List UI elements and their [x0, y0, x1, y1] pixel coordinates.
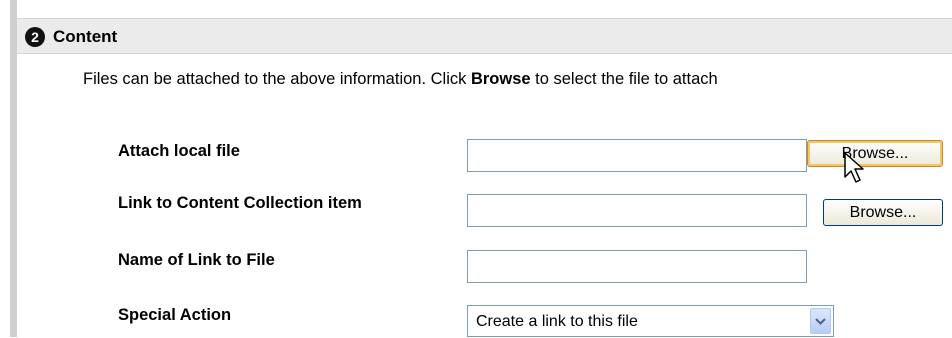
step-number-icon: 2: [25, 27, 45, 47]
attach-local-file-label: Attach local file: [118, 142, 240, 160]
special-action-label: Special Action: [118, 306, 232, 324]
link-name-input[interactable]: [467, 250, 807, 283]
instructions-after: to select the file to attach: [530, 70, 718, 88]
mouse-pointer-icon: [844, 152, 864, 183]
instructions-browse-bold: Browse: [470, 70, 531, 88]
content-collection-browse-button[interactable]: Browse...: [823, 199, 943, 226]
special-action-selected-value: Create a link to this file: [476, 313, 638, 330]
attach-local-file-browse-button[interactable]: Browse...: [807, 140, 943, 167]
section-header: 2 Content: [17, 18, 952, 54]
content-collection-label: Link to Content Collection item: [118, 194, 362, 212]
section-title: Content: [53, 27, 118, 46]
special-action-select[interactable]: Create a link to this file: [467, 305, 834, 337]
link-name-label: Name of Link to File: [118, 251, 275, 269]
dropdown-chevron-down-icon[interactable]: [810, 308, 831, 334]
instructions-before: Files can be attached to the above infor…: [83, 70, 471, 88]
chevron-down-icon: [815, 318, 826, 325]
content-collection-input[interactable]: [467, 194, 807, 227]
attach-local-file-input[interactable]: [467, 139, 807, 172]
instructions-text: Files can be attached to the above infor…: [83, 68, 718, 90]
left-rule: [10, 0, 17, 337]
